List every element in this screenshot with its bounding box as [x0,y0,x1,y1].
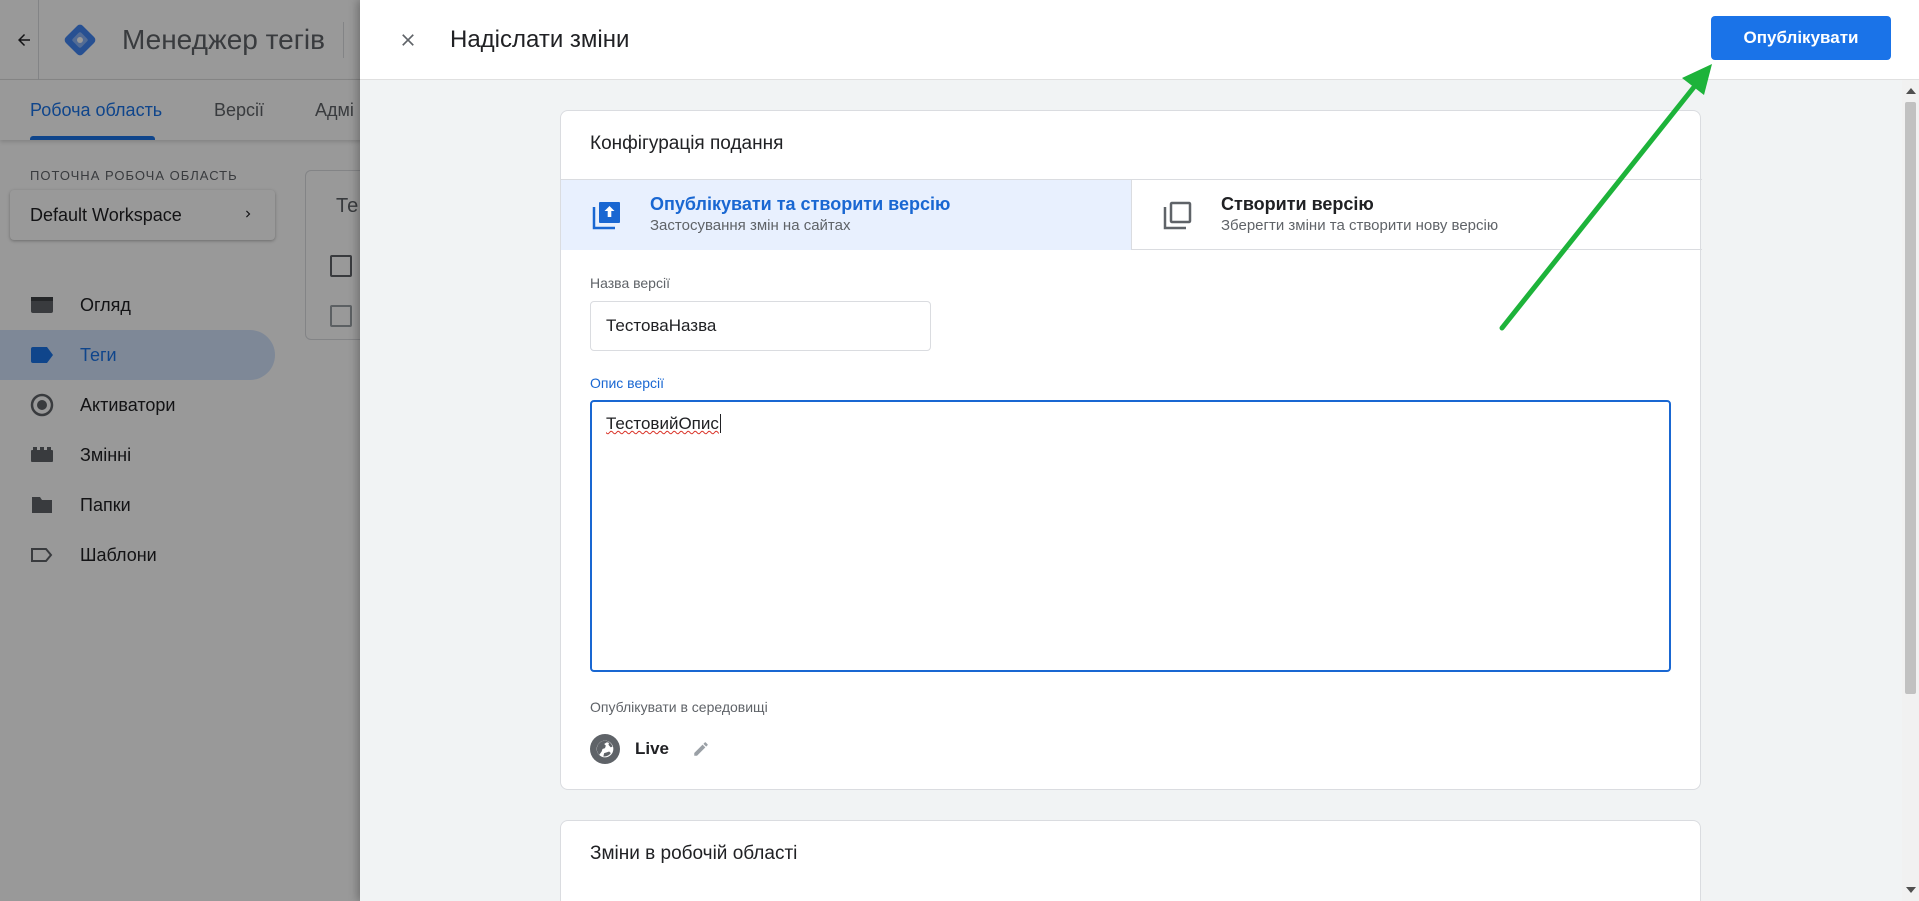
option-title: Опублікувати та створити версію [650,194,951,214]
panel-scrollbar[interactable] [1902,80,1919,901]
workspace-changes-card: Зміни в робочій області [560,820,1701,901]
environment-label: Опублікувати в середовищі [590,699,768,715]
version-name-label: Назва версії [590,275,670,291]
changes-title: Зміни в робочій області [590,843,798,864]
version-name-input[interactable] [590,301,931,351]
option-publish-and-create-version[interactable]: Опублікувати та створити версію Застосув… [561,180,1131,250]
version-description-input[interactable]: ТестовийОпис [590,400,1671,672]
submission-config-card: Конфігурація подання Опублікувати та ств… [560,110,1702,790]
publish-icon [591,199,623,231]
copy-version-icon [1162,199,1194,231]
scrollbar-thumb[interactable] [1905,102,1916,694]
scroll-down-arrow-icon[interactable] [1906,887,1916,893]
edit-pencil-icon[interactable] [691,739,711,759]
option-create-version[interactable]: Створити версію Зберегти зміни та створи… [1131,180,1701,250]
environment-row: Live [590,734,711,764]
submit-changes-panel: Надіслати зміни Опублікувати Конфігураці… [360,0,1919,901]
submission-options: Опублікувати та створити версію Застосув… [561,179,1702,250]
scroll-up-arrow-icon[interactable] [1906,88,1916,94]
option-title: Створити версію [1221,194,1374,214]
panel-header: Надіслати зміни Опублікувати [360,0,1919,80]
option-subtitle: Зберегти зміни та створити нову версію [1221,217,1499,234]
version-description-label: Опис версії [590,375,665,391]
description-text: ТестовийОпис [606,414,719,433]
panel-title: Надіслати зміни [450,26,630,53]
environment-name: Live [635,739,670,758]
publish-button[interactable]: Опублікувати [1711,16,1891,60]
globe-icon [590,734,620,764]
close-icon[interactable] [390,22,426,58]
config-title: Конфігурація подання [590,133,784,154]
option-subtitle: Застосування змін на сайтах [650,217,851,234]
text-cursor [719,414,721,433]
